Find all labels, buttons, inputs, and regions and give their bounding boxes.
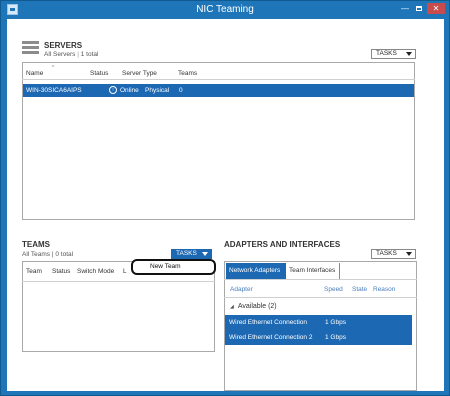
collapse-arrow-icon[interactable]: ◢ [230, 304, 234, 310]
column-header-switch-mode[interactable]: Switch Mode [77, 268, 114, 275]
column-header-team[interactable]: Team [26, 268, 42, 275]
servers-icon [22, 41, 39, 55]
column-header-truncated[interactable]: L [123, 268, 127, 275]
chevron-down-icon [406, 252, 412, 256]
servers-subtitle-separator: | [77, 51, 79, 58]
new-team-menu-item[interactable]: New Team [131, 259, 216, 275]
server-status: Online [120, 87, 139, 94]
table-row[interactable]: WIN-30SICA6AIPS ↑ Online Physical 0 [23, 84, 414, 97]
teams-tasks-label: TASKS [176, 250, 197, 257]
servers-count: 1 total [80, 51, 99, 58]
servers-title: SERVERS [44, 41, 83, 50]
column-header-state[interactable]: State [352, 286, 367, 293]
adapter-name: Wired Ethernet Connection [229, 319, 308, 326]
sort-ascending-icon: ^ [52, 65, 55, 71]
teams-tasks-button[interactable]: TASKS [171, 249, 212, 259]
window-title: NIC Teaming [196, 4, 254, 15]
servers-tasks-label: TASKS [376, 50, 397, 57]
column-header-name[interactable]: Name [26, 70, 43, 77]
maximize-icon [416, 6, 422, 11]
group-available[interactable]: ◢ Available (2) [230, 303, 277, 310]
online-status-icon: ↑ [109, 86, 117, 94]
column-header-server-type[interactable]: Server Type [122, 70, 157, 77]
minimize-button[interactable]: — [399, 3, 411, 14]
adapters-header-divider [224, 297, 417, 298]
servers-subtitle: All Servers | 1 total [44, 51, 98, 58]
teams-header-divider [22, 281, 215, 282]
column-header-team-status[interactable]: Status [52, 268, 70, 275]
servers-tasks-button[interactable]: TASKS [371, 49, 416, 59]
servers-header-divider [22, 79, 415, 80]
close-button[interactable]: ✕ [427, 3, 445, 14]
column-header-status[interactable]: Status [90, 70, 108, 77]
adapter-speed: 1 Gbps [325, 319, 346, 326]
adapter-name: Wired Ethernet Connection 2 [229, 334, 313, 341]
teams-subtitle: All Teams | 0 total [22, 251, 74, 258]
title-bar[interactable]: NIC Teaming — ✕ [1, 1, 449, 19]
servers-scope: All Servers [44, 51, 76, 58]
column-header-adapter[interactable]: Adapter [230, 286, 253, 293]
group-label: Available (2) [237, 303, 277, 310]
server-teams: 0 [179, 87, 183, 94]
adapters-tab-divider [224, 279, 417, 280]
list-item[interactable]: Wired Ethernet Connection 2 1 Gbps [225, 330, 412, 345]
column-header-teams[interactable]: Teams [178, 70, 197, 77]
chevron-down-icon [202, 252, 208, 256]
adapters-title: ADAPTERS AND INTERFACES [224, 240, 341, 249]
server-name: WIN-30SICA6AIPS [26, 87, 82, 94]
server-type: Physical [145, 87, 170, 94]
adapters-tasks-label: TASKS [376, 250, 397, 257]
teams-title: TEAMS [22, 240, 50, 249]
tab-team-interfaces[interactable]: Team Interfaces [286, 263, 340, 279]
maximize-button[interactable] [413, 3, 425, 14]
chevron-down-icon [406, 52, 412, 56]
tab-network-adapters[interactable]: Network Adapters [226, 263, 286, 279]
column-header-reason[interactable]: Reason [373, 286, 395, 293]
column-header-speed[interactable]: Speed [324, 286, 343, 293]
adapter-speed: 1 Gbps [325, 334, 346, 341]
adapters-tasks-button[interactable]: TASKS [371, 249, 416, 259]
list-item[interactable]: Wired Ethernet Connection 1 Gbps [225, 315, 412, 330]
